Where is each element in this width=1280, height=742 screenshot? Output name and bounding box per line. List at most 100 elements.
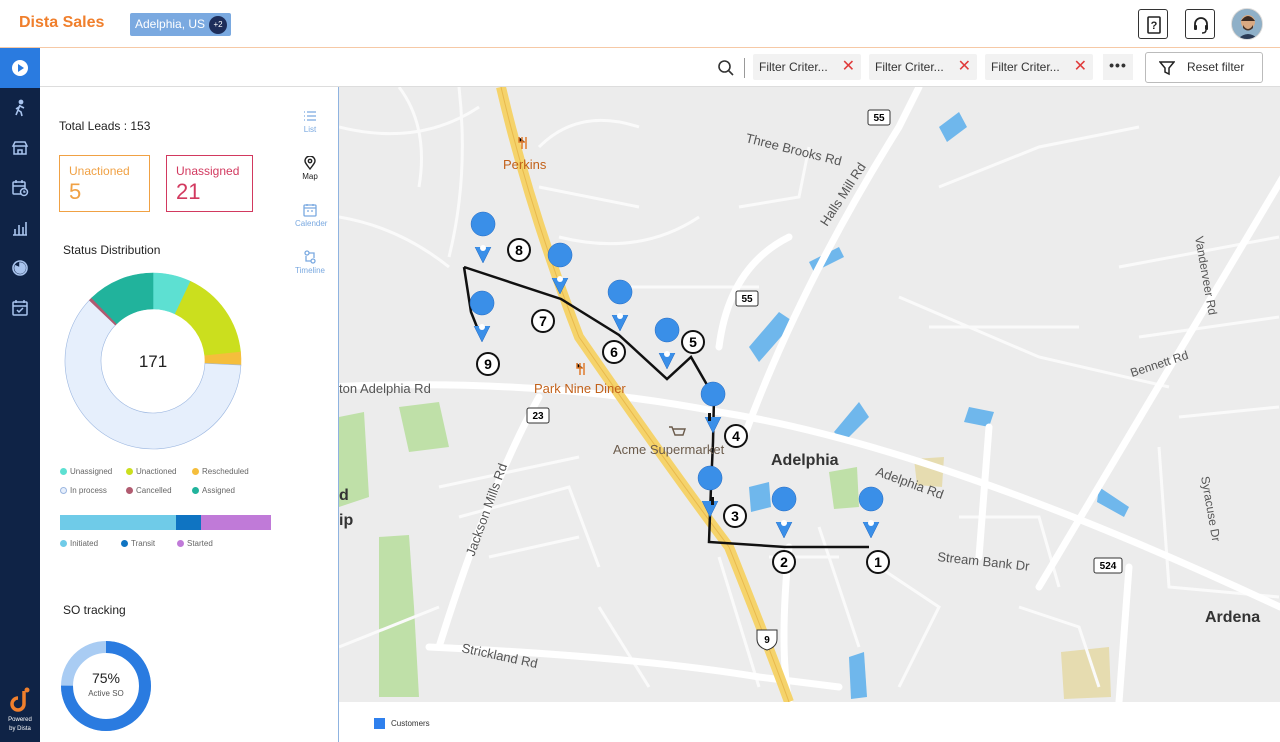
in-process-bar	[60, 515, 271, 530]
legend-item: Unactioned	[126, 467, 176, 476]
so-label: Active SO	[88, 689, 124, 698]
customer-pin[interactable]	[607, 279, 633, 332]
nav-target[interactable]	[0, 248, 40, 288]
more-filters-button[interactable]: •••	[1103, 54, 1133, 80]
reset-filter-label: Reset filter	[1187, 60, 1245, 74]
donut-center-value: 171	[139, 352, 167, 371]
tab-calender[interactable]: Calender	[295, 203, 328, 228]
legend-item: Unassigned	[60, 467, 112, 476]
map-label: Three Brooks Rd	[744, 130, 843, 168]
customer-pin[interactable]	[654, 317, 680, 370]
user-avatar[interactable]	[1231, 8, 1263, 40]
route-stop-marker[interactable]: 1	[866, 550, 890, 574]
nav-play[interactable]	[0, 48, 40, 88]
filter-bar: Filter Criter... ✕ Filter Criter... ✕ Filt…	[40, 48, 1280, 87]
svg-text:23: 23	[532, 411, 544, 422]
help-question-icon: ?	[1147, 16, 1161, 34]
nav-tasks[interactable]	[0, 288, 40, 328]
search-icon[interactable]	[717, 59, 735, 77]
reset-filter-button[interactable]: Reset filter	[1145, 52, 1263, 83]
legend-item: Cancelled	[126, 486, 172, 495]
unassigned-card[interactable]: Unassigned 21	[166, 155, 253, 212]
unactioned-value: 5	[69, 179, 82, 204]
customer-pin[interactable]	[858, 486, 884, 539]
walk-icon	[15, 99, 25, 117]
customers-swatch	[374, 718, 385, 729]
by-dista-label: by Dista	[9, 726, 31, 732]
tab-timeline-label: Timeline	[295, 266, 325, 275]
customers-legend-label: Customers	[391, 719, 430, 728]
route-stop-marker[interactable]: 8	[507, 238, 531, 262]
tab-timeline[interactable]: Timeline	[295, 250, 325, 275]
svg-text:55: 55	[873, 113, 885, 124]
map-label: Vanderveer Rd	[1192, 235, 1220, 316]
store-icon	[11, 141, 29, 155]
close-icon[interactable]: ✕	[958, 54, 971, 79]
route-stop-marker[interactable]: 6	[602, 340, 626, 364]
restaurant-icon	[576, 363, 585, 375]
leads-panel: Total Leads : 153 Unactioned 5 Unassigne…	[40, 87, 339, 742]
shopping-cart-icon	[669, 426, 686, 436]
bar-segment-initiated[interactable]	[60, 515, 177, 530]
route-map[interactable]: Perkins Three Brooks Rd Halls Mill Rd Va…	[339, 87, 1280, 702]
filter-chip-label: Filter Criter...	[875, 60, 944, 74]
route-stop-marker[interactable]: 5	[681, 330, 705, 354]
tab-calender-label: Calender	[295, 219, 328, 228]
nav-activity[interactable]	[0, 88, 40, 128]
nav-store[interactable]	[0, 128, 40, 168]
nav-schedule[interactable]	[0, 168, 40, 208]
svg-text:4: 4	[732, 428, 740, 444]
support-button[interactable]	[1185, 9, 1215, 39]
legend-item: Initiated	[60, 539, 98, 548]
nav-reports[interactable]	[0, 208, 40, 248]
route-shield: 55	[867, 109, 891, 126]
total-leads: Total Leads : 153	[59, 119, 151, 133]
tab-map[interactable]: Map	[295, 155, 325, 181]
bar-segment-transit[interactable]	[176, 515, 202, 530]
map-label: Adelphia	[771, 452, 839, 469]
route-shield: 23	[526, 407, 550, 424]
filter-chip-2[interactable]: Filter Criter... ✕	[869, 54, 977, 80]
unactioned-card[interactable]: Unactioned 5	[59, 155, 150, 212]
powered-label: Powered	[8, 717, 32, 723]
map-legend: Customers	[339, 702, 1280, 742]
map-label: Park Nine Diner	[534, 381, 626, 396]
unassigned-label: Unassigned	[176, 164, 240, 178]
map-label: Strickland Rd	[460, 640, 539, 671]
customer-pin[interactable]	[470, 211, 496, 264]
svg-text:9: 9	[484, 356, 492, 372]
filter-chip-1[interactable]: Filter Criter... ✕	[753, 54, 861, 80]
so-value: 75%	[91, 670, 121, 686]
unassigned-value: 21	[176, 179, 201, 204]
filter-chip-label: Filter Criter...	[991, 60, 1060, 74]
route-stop-marker[interactable]: 3	[723, 504, 747, 528]
route-shield: 9	[756, 629, 778, 651]
map-label: Stream Bank Dr	[937, 549, 1031, 574]
brand-title: Dista Sales	[19, 14, 105, 31]
donut-slice-unactioned[interactable]	[174, 281, 241, 357]
legend-item: Started	[177, 539, 213, 548]
tab-list[interactable]: List	[295, 109, 325, 134]
filter-chip-label: Filter Criter...	[759, 60, 828, 74]
route-stop-marker[interactable]: 2	[772, 550, 796, 574]
route-stop-marker[interactable]: 7	[531, 309, 555, 333]
route-stop-marker[interactable]: 4	[724, 424, 748, 448]
close-icon[interactable]: ✕	[842, 54, 855, 79]
legend-item: Rescheduled	[192, 467, 249, 476]
route-shield: 55	[735, 290, 759, 307]
filter-chip-3[interactable]: Filter Criter... ✕	[985, 54, 1093, 80]
svg-text:?: ?	[1151, 20, 1158, 32]
route-stop-marker[interactable]: 9	[476, 352, 500, 376]
bar-segment-started[interactable]	[201, 515, 271, 530]
map-label: Syracuse Dr	[1198, 475, 1223, 542]
customer-pin[interactable]	[771, 486, 797, 539]
so-tracking-chart	[61, 641, 151, 731]
svg-text:2: 2	[780, 554, 788, 570]
map-canvas: Perkins Three Brooks Rd Halls Mill Rd Va…	[339, 87, 1280, 702]
svg-text:7: 7	[539, 313, 547, 329]
calendar-clock-icon	[12, 180, 29, 197]
location-selector[interactable]: Adelphia, US +2	[130, 13, 232, 36]
help-button[interactable]: ?	[1138, 9, 1168, 39]
close-icon[interactable]: ✕	[1074, 54, 1087, 79]
svg-text:9: 9	[764, 635, 770, 646]
